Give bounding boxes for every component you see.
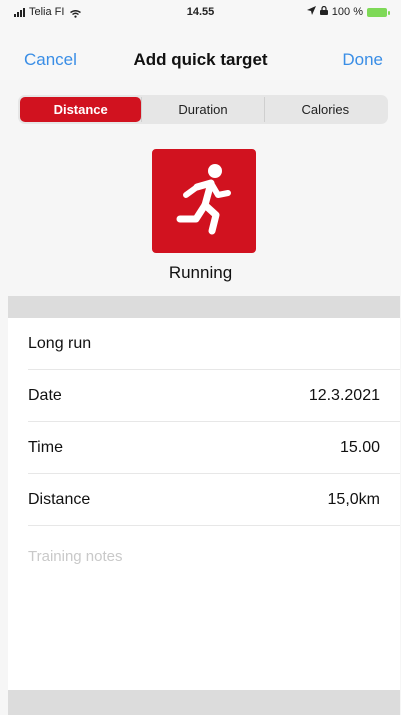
page-title: Add quick target: [133, 50, 268, 69]
target-form: Long run Date 12.3.2021 Time 15.00 Dista…: [8, 318, 400, 690]
target-type-segmented-control: Distance Duration Calories: [18, 95, 388, 124]
battery-icon: [367, 7, 390, 17]
screen: Telia FI 14.55 100 % Cancel Add quick ta…: [0, 0, 401, 715]
distance-row[interactable]: Distance 15,0km: [8, 474, 400, 526]
segment-duration[interactable]: Duration: [141, 97, 265, 122]
distance-value[interactable]: 15,0km: [328, 491, 380, 509]
section-separator: [8, 296, 400, 318]
training-notes-input[interactable]: Training notes: [28, 548, 123, 565]
date-value[interactable]: 12.3.2021: [309, 387, 380, 405]
lock-icon: [319, 5, 328, 18]
distance-label: Distance: [28, 491, 91, 508]
date-label: Date: [28, 387, 62, 404]
status-right: 100 %: [306, 5, 390, 18]
location-icon: [306, 6, 316, 18]
time-label: Time: [28, 439, 63, 456]
name-row[interactable]: Long run: [8, 318, 400, 370]
target-name-field[interactable]: Long run: [28, 335, 91, 353]
running-icon[interactable]: [152, 149, 256, 253]
segment-calories[interactable]: Calories: [265, 97, 386, 122]
divider: [28, 525, 400, 526]
activity-label: Running: [168, 263, 233, 282]
segment-distance[interactable]: Distance: [20, 97, 142, 122]
nav-bar: Cancel Add quick target Done: [0, 26, 401, 80]
done-button[interactable]: Done: [342, 50, 383, 70]
status-bar: Telia FI 14.55 100 %: [0, 0, 401, 26]
bottom-separator: [8, 690, 400, 715]
battery-percent: 100 %: [331, 6, 363, 18]
time-row[interactable]: Time 15.00: [8, 422, 400, 474]
time-value[interactable]: 15.00: [340, 439, 380, 457]
date-row[interactable]: Date 12.3.2021: [8, 370, 400, 422]
